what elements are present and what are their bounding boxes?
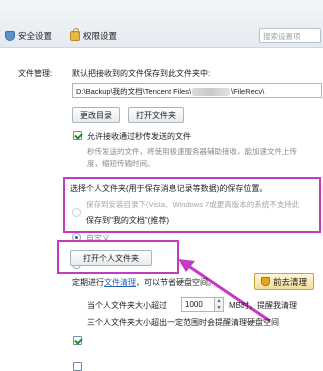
cleanup-text: 定期进行文件清理，可以节省硬盘空间。 (72, 277, 216, 288)
save-path-suffix: \FileRecv\ (231, 87, 265, 96)
partial-checkbox[interactable] (73, 362, 82, 371)
save-path-field[interactable]: D:\Backup\我的文档\Tencent Files\ \FileRecv\ (72, 83, 322, 98)
size-reminder-label: 当个人文件夹大小超过 (87, 301, 167, 310)
shield-icon (5, 31, 15, 41)
redacted-blur (192, 88, 231, 97)
open-folder-button[interactable]: 打开文件夹 (128, 107, 184, 123)
cleanup-prefix: 定期进行 (72, 278, 104, 287)
allow-instant-transfer-checkbox[interactable] (73, 131, 82, 140)
go-clean-label: 前去清理 (272, 276, 307, 287)
size-threshold-input[interactable]: 1000 (181, 297, 215, 312)
save-path-prefix: D:\Backup\我的文档\Tencent Files\ (76, 87, 192, 96)
change-directory-button[interactable]: 更改目录 (72, 107, 120, 123)
file-management-description: 默认把接收到的文件保存到此文件夹中: (72, 69, 211, 78)
search-input[interactable]: 搜索设置项 (259, 28, 321, 43)
lock-icon (70, 28, 80, 41)
instant-transfer-desc-1: 秒传发送的文件，将使用极速服务器辅助接收，能加速文件上传 (87, 147, 297, 156)
instant-transfer-desc-2: 度，缩短传输时间。 (87, 159, 155, 168)
tab-permissions[interactable]: 权限设置 (70, 28, 118, 43)
file-cleanup-link[interactable]: 文件清理 (104, 278, 136, 287)
cleanup-suffix: ，可以节省硬盘空间。 (136, 278, 216, 287)
size-reminder-checkbox[interactable] (73, 336, 82, 345)
file-management-label: 文件管理: (18, 69, 53, 78)
go-clean-button[interactable]: 前去清理 (254, 273, 314, 290)
allow-instant-transfer-label: 允许接收通过秒传发送的文件 (87, 132, 191, 141)
tab-security-label: 安全设置 (18, 31, 53, 41)
open-personal-folder-button[interactable]: 打开个人文件夹 (70, 250, 152, 266)
size-threshold-stepper[interactable]: ▲ ▼ (215, 297, 224, 312)
tab-permissions-label: 权限设置 (83, 31, 118, 41)
radio-install-dir-label: 保存到安装目录下(Vista、Windows 7或更高版本的系统不支持此 (86, 200, 300, 209)
tab-security[interactable]: 安全设置 (5, 29, 52, 43)
personal-folder-heading: 选择个人文件夹(用于保存消息记录等数据)的保存位置。 (70, 184, 268, 193)
size-reminder-unit: MB时，提醒我清理 (229, 301, 297, 310)
broom-icon (260, 277, 270, 286)
radio-my-documents-label: 保存到"我的文档"(推荐) (86, 216, 170, 225)
radio-install-dir[interactable] (72, 208, 81, 217)
